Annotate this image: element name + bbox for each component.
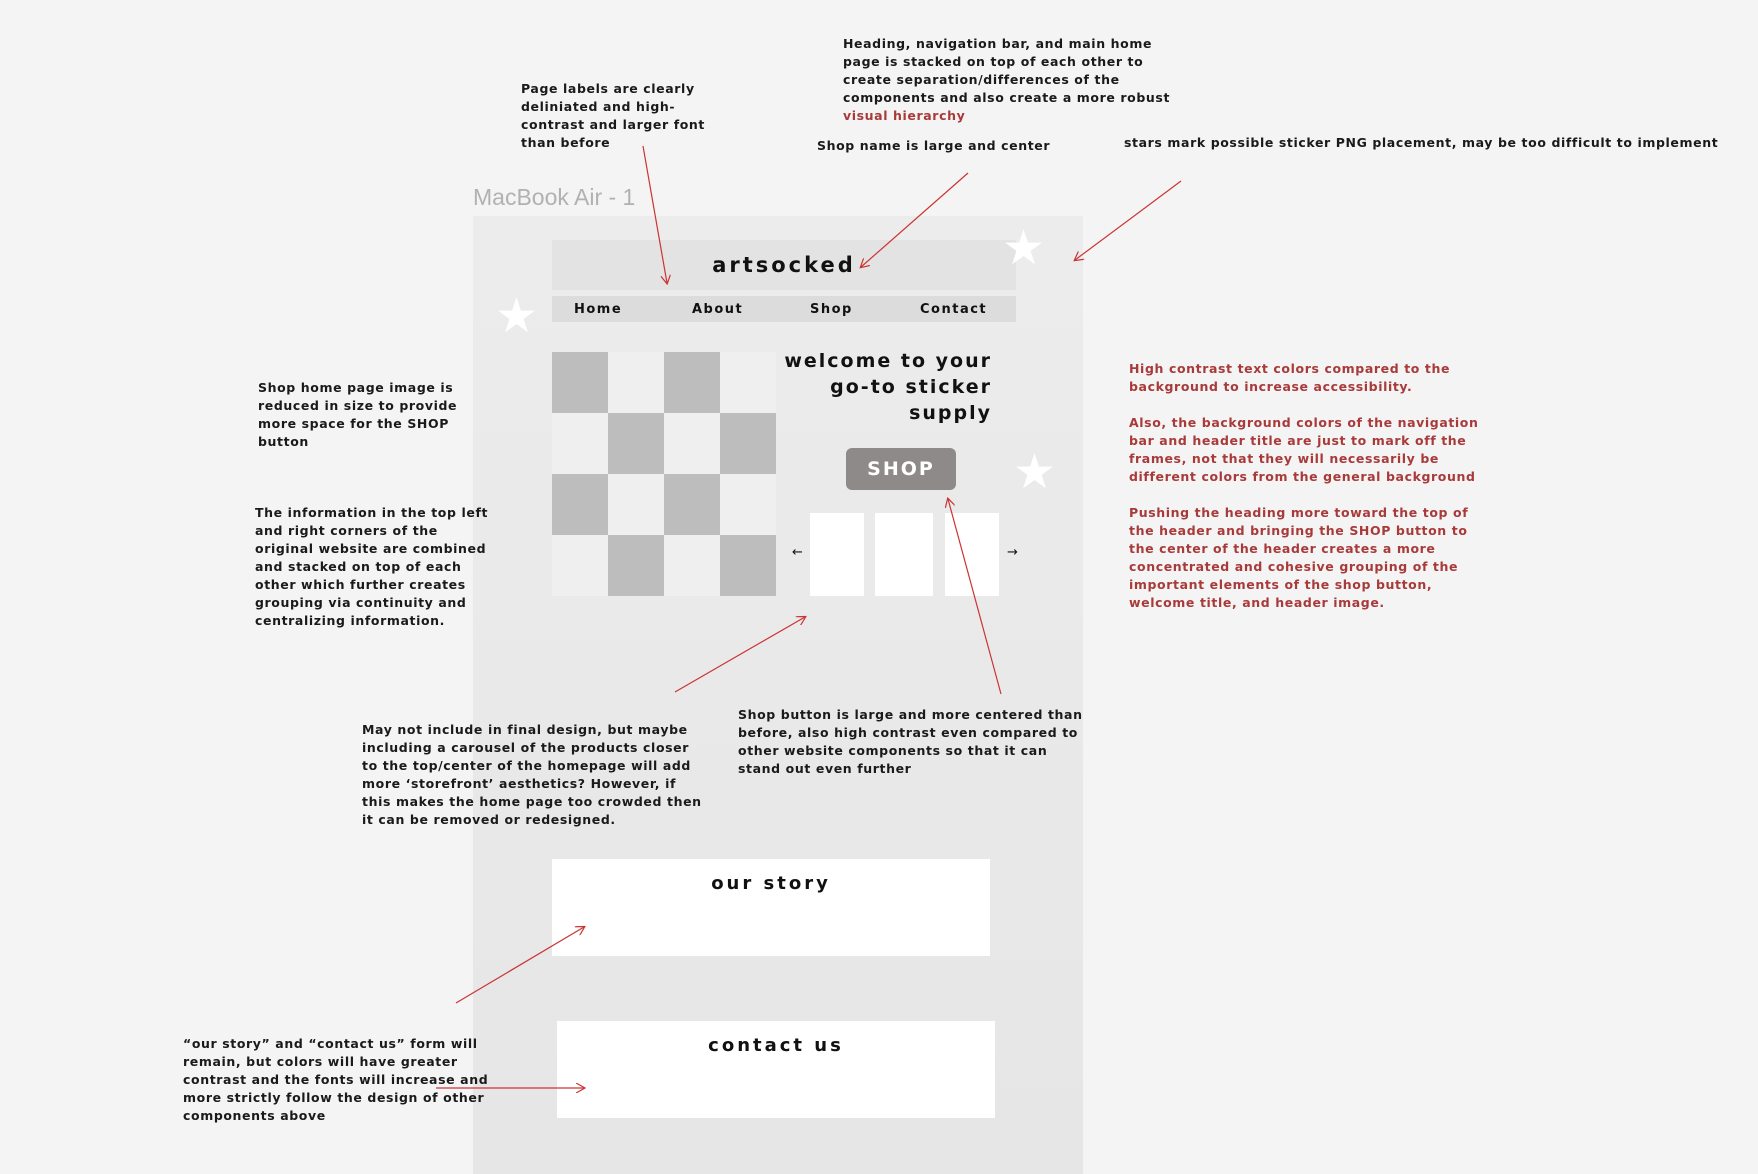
arrow-stars — [1075, 180, 1182, 260]
arrow-our-story — [455, 927, 584, 1004]
arrow-shop-button — [948, 499, 1002, 695]
annotation-arrows — [436, 145, 1182, 1174]
arrow-carousel — [674, 617, 805, 693]
arrow-page-labels — [642, 145, 667, 283]
arrow-shop-name — [861, 172, 969, 267]
